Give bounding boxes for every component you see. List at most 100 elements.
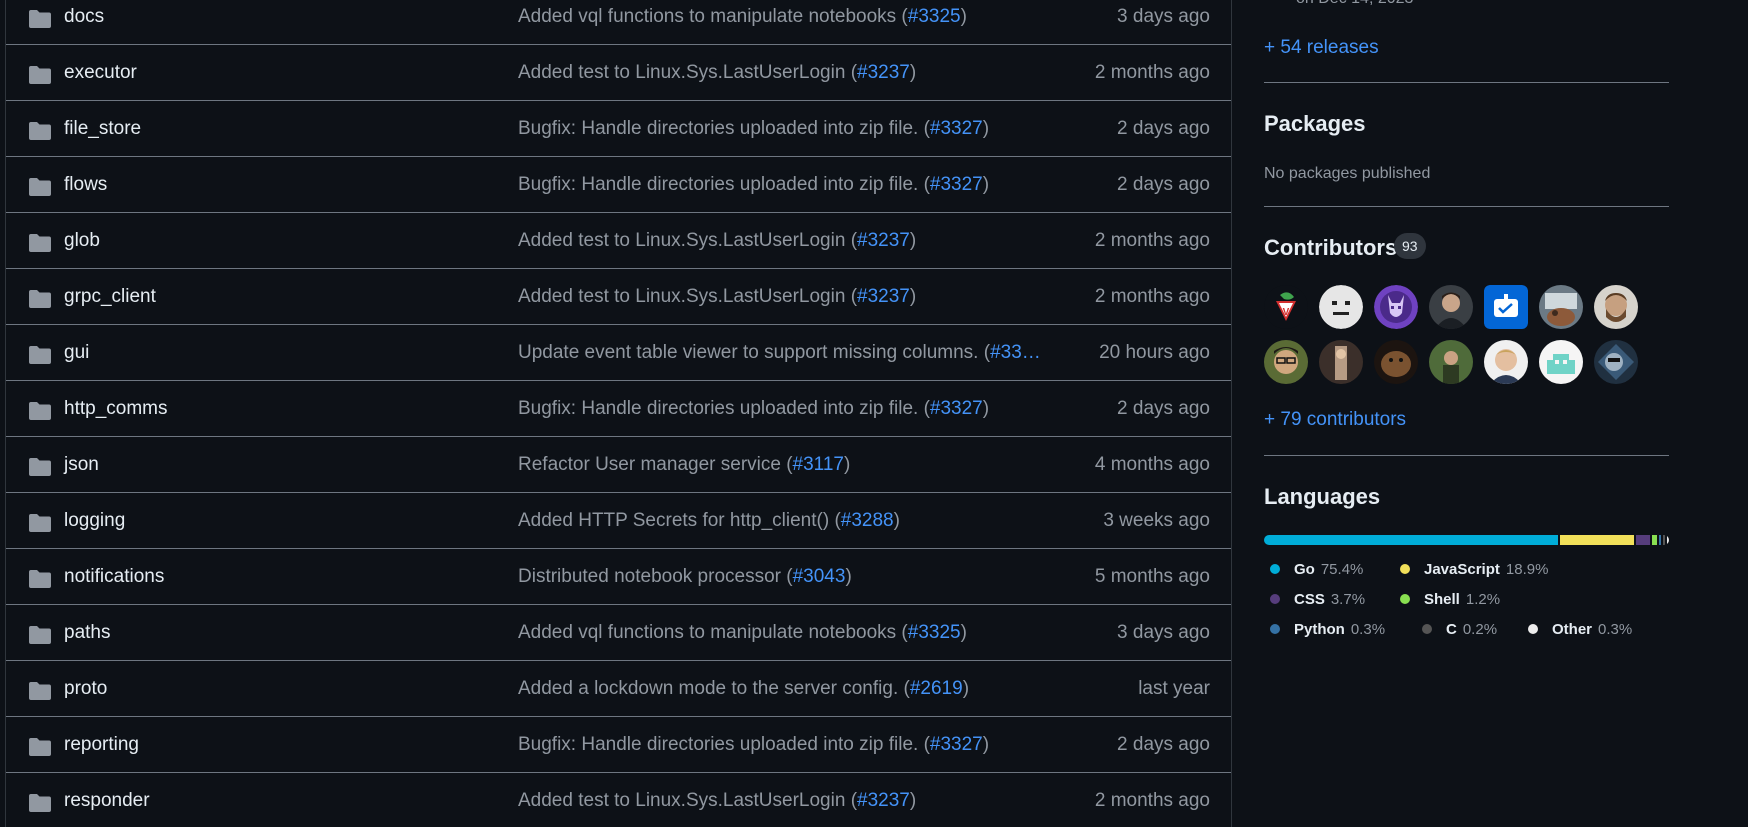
commit-date: 2 months ago: [1094, 62, 1210, 83]
pull-request-link[interactable]: #3327: [930, 734, 983, 755]
language-percent: 0.3%: [1598, 621, 1633, 638]
avatar[interactable]: [1484, 285, 1528, 329]
file-row[interactable]: responder Added test to Linux.Sys.LastUse…: [6, 773, 1231, 827]
directory-link[interactable]: proto: [64, 678, 107, 700]
contributors-link[interactable]: + 79 contributors: [1264, 409, 1406, 431]
file-row[interactable]: file_store Bugfix: Handle directories upl…: [6, 101, 1231, 157]
pull-request-link[interactable]: #3327: [930, 174, 983, 195]
contributors-heading[interactable]: Contributors: [1264, 235, 1397, 261]
pull-request-link[interactable]: #33…: [990, 342, 1041, 363]
file-row[interactable]: logging Added HTTP Secrets for http_clien…: [6, 493, 1231, 549]
pull-request-link[interactable]: #3237: [857, 286, 910, 307]
pull-request-link[interactable]: #3237: [857, 230, 910, 251]
file-row[interactable]: reporting Bugfix: Handle directories uplo…: [6, 717, 1231, 773]
directory-link[interactable]: responder: [64, 790, 150, 812]
file-row[interactable]: paths Added vql functions to manipulate n…: [6, 605, 1231, 661]
language-color-dot: [1422, 624, 1432, 634]
file-row[interactable]: executor Added test to Linux.Sys.LastUser…: [6, 45, 1231, 101]
language-item[interactable]: JavaScript 18.9%: [1400, 561, 1548, 578]
directory-link[interactable]: reporting: [64, 734, 139, 756]
commit-message-link[interactable]: Distributed notebook processor (: [518, 566, 793, 587]
file-row[interactable]: gui Update event table viewer to support …: [6, 325, 1231, 381]
avatar[interactable]: [1594, 340, 1638, 384]
commit-message-link[interactable]: Added test to Linux.Sys.LastUserLogin (: [518, 62, 857, 83]
commit-message: Added test to Linux.Sys.LastUserLogin (#…: [518, 286, 1048, 308]
directory-link[interactable]: gui: [64, 342, 89, 364]
directory-link[interactable]: executor: [64, 62, 137, 84]
pull-request-link[interactable]: #3325: [908, 622, 961, 643]
commit-message-close: ): [962, 678, 970, 699]
directory-link[interactable]: flows: [64, 174, 107, 196]
folder-icon: [28, 121, 52, 141]
language-item[interactable]: CSS 3.7%: [1270, 591, 1365, 608]
file-row[interactable]: http_comms Bugfix: Handle directories upl…: [6, 381, 1231, 437]
pull-request-link[interactable]: #3237: [857, 790, 910, 811]
commit-message-link[interactable]: Update event table viewer to support mis…: [518, 342, 990, 363]
file-row[interactable]: notifications Distributed notebook proces…: [6, 549, 1231, 605]
commit-message-close: ): [909, 286, 917, 307]
commit-message-link[interactable]: Bugfix: Handle directories uploaded into…: [518, 118, 930, 139]
avatar[interactable]: [1484, 340, 1528, 384]
pull-request-link[interactable]: #3043: [793, 566, 846, 587]
commit-message-link[interactable]: Added HTTP Secrets for http_client() (: [518, 510, 841, 531]
pull-request-link[interactable]: #3288: [841, 510, 894, 531]
avatar[interactable]: [1429, 285, 1473, 329]
pull-request-link[interactable]: #3327: [930, 118, 983, 139]
commit-message-link[interactable]: Bugfix: Handle directories uploaded into…: [518, 734, 930, 755]
pull-request-link[interactable]: #3237: [857, 62, 910, 83]
folder-icon: [28, 177, 52, 197]
commit-message-link[interactable]: Added test to Linux.Sys.LastUserLogin (: [518, 230, 857, 251]
language-item[interactable]: Go 75.4%: [1270, 561, 1363, 578]
commit-message-close: ): [982, 118, 990, 139]
avatar[interactable]: [1539, 340, 1583, 384]
file-row[interactable]: docs Added vql functions to manipulate no…: [6, 0, 1231, 45]
directory-link[interactable]: http_comms: [64, 398, 167, 420]
commit-message-close: ): [909, 790, 917, 811]
language-item[interactable]: Shell 1.2%: [1400, 591, 1500, 608]
language-item[interactable]: Python 0.3%: [1270, 621, 1385, 638]
file-row[interactable]: grpc_client Added test to Linux.Sys.LastU…: [6, 269, 1231, 325]
avatar[interactable]: [1374, 340, 1418, 384]
directory-link[interactable]: logging: [64, 510, 125, 532]
file-row[interactable]: flows Bugfix: Handle directories uploaded…: [6, 157, 1231, 213]
language-name: Go: [1294, 561, 1315, 578]
commit-message-link[interactable]: Added test to Linux.Sys.LastUserLogin (: [518, 286, 857, 307]
avatar[interactable]: [1374, 285, 1418, 329]
file-row[interactable]: glob Added test to Linux.Sys.LastUserLogi…: [6, 213, 1231, 269]
commit-message-link[interactable]: Bugfix: Handle directories uploaded into…: [518, 174, 930, 195]
pull-request-link[interactable]: #3325: [908, 6, 961, 27]
commit-message-link[interactable]: Bugfix: Handle directories uploaded into…: [518, 398, 930, 419]
releases-link[interactable]: + 54 releases: [1264, 37, 1379, 59]
language-color-dot: [1270, 564, 1280, 574]
avatar[interactable]: V: [1264, 285, 1308, 329]
commit-message-close: ): [982, 174, 990, 195]
commit-message-close: ): [982, 734, 990, 755]
directory-link[interactable]: grpc_client: [64, 286, 156, 308]
language-item[interactable]: Other 0.3%: [1528, 621, 1632, 638]
directory-link[interactable]: notifications: [64, 566, 164, 588]
avatar[interactable]: [1319, 285, 1363, 329]
directory-link[interactable]: glob: [64, 230, 100, 252]
commit-message-link[interactable]: Refactor User manager service (: [518, 454, 793, 475]
avatar[interactable]: [1539, 285, 1583, 329]
avatar[interactable]: [1319, 340, 1363, 384]
directory-link[interactable]: json: [64, 454, 99, 476]
pull-request-link[interactable]: #3117: [793, 454, 844, 475]
file-row[interactable]: json Refactor User manager service (#3117…: [6, 437, 1231, 493]
commit-message-link[interactable]: Added vql functions to manipulate notebo…: [518, 622, 908, 643]
commit-message-link[interactable]: Added a lockdown mode to the server conf…: [518, 678, 910, 699]
commit-message-link[interactable]: Added test to Linux.Sys.LastUserLogin (: [518, 790, 857, 811]
commit-date: 20 hours ago: [1099, 342, 1210, 363]
avatar[interactable]: [1429, 340, 1473, 384]
directory-link[interactable]: docs: [64, 6, 104, 28]
packages-heading[interactable]: Packages: [1264, 111, 1366, 137]
file-row[interactable]: proto Added a lockdown mode to the server…: [6, 661, 1231, 717]
language-item[interactable]: C 0.2%: [1422, 621, 1497, 638]
pull-request-link[interactable]: #2619: [910, 678, 963, 699]
directory-link[interactable]: file_store: [64, 118, 141, 140]
avatar[interactable]: [1264, 340, 1308, 384]
commit-message-link[interactable]: Added vql functions to manipulate notebo…: [518, 6, 908, 27]
directory-link[interactable]: paths: [64, 622, 110, 644]
pull-request-link[interactable]: #3327: [930, 398, 983, 419]
avatar[interactable]: [1594, 285, 1638, 329]
